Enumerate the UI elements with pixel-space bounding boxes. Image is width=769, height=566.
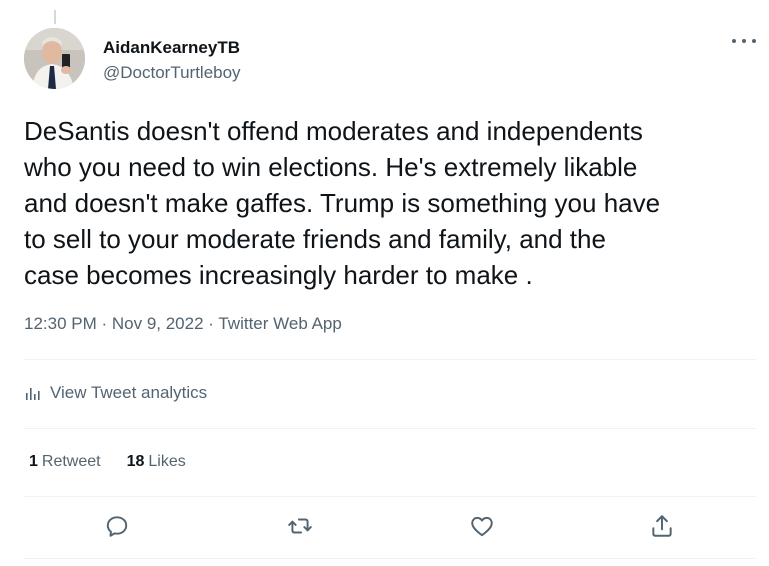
likes-stat[interactable]: 18 Likes [127, 453, 186, 471]
dot [752, 39, 756, 43]
tweet-actions [24, 505, 756, 549]
tweet-meta-line[interactable]: 12:30 PM · Nov 9, 2022 · Twitter Web App [24, 314, 342, 333]
likes-label: Likes [148, 453, 186, 470]
avatar-photo [24, 28, 85, 89]
view-analytics-link[interactable]: View Tweet analytics [24, 383, 207, 403]
divider [24, 359, 756, 360]
tweet-header: AidanKearneyTB @DoctorTurtleboy [24, 28, 756, 89]
author-handle[interactable]: @DoctorTurtleboy [103, 63, 241, 83]
tweet-text: DeSantis doesn't offend moderates and in… [24, 116, 661, 290]
thread-connector-line [54, 10, 56, 24]
avatar[interactable] [24, 28, 85, 89]
retweets-label: Retweet [41, 453, 101, 470]
divider [24, 496, 756, 497]
tweet-stats: 1 Retweet 18 Likes [29, 453, 186, 471]
retweets-stat[interactable]: 1 Retweet [29, 453, 101, 471]
retweet-icon[interactable] [287, 513, 313, 539]
view-analytics-label: View Tweet analytics [50, 383, 208, 402]
dot [732, 39, 736, 43]
share-icon[interactable] [649, 513, 675, 539]
likes-count: 18 [126, 453, 145, 470]
retweets-count: 1 [29, 453, 38, 470]
more-options-icon[interactable] [732, 32, 756, 50]
divider [24, 558, 756, 559]
author-name[interactable]: AidanKearneyTB [103, 38, 240, 58]
bar-chart-icon [26, 388, 40, 400]
tweet-meta: 12:30 PM · Nov 9, 2022 · Twitter Web App [24, 314, 342, 334]
divider [24, 428, 756, 429]
dot [742, 39, 746, 43]
reply-icon[interactable] [104, 513, 130, 539]
like-icon[interactable] [469, 513, 495, 539]
